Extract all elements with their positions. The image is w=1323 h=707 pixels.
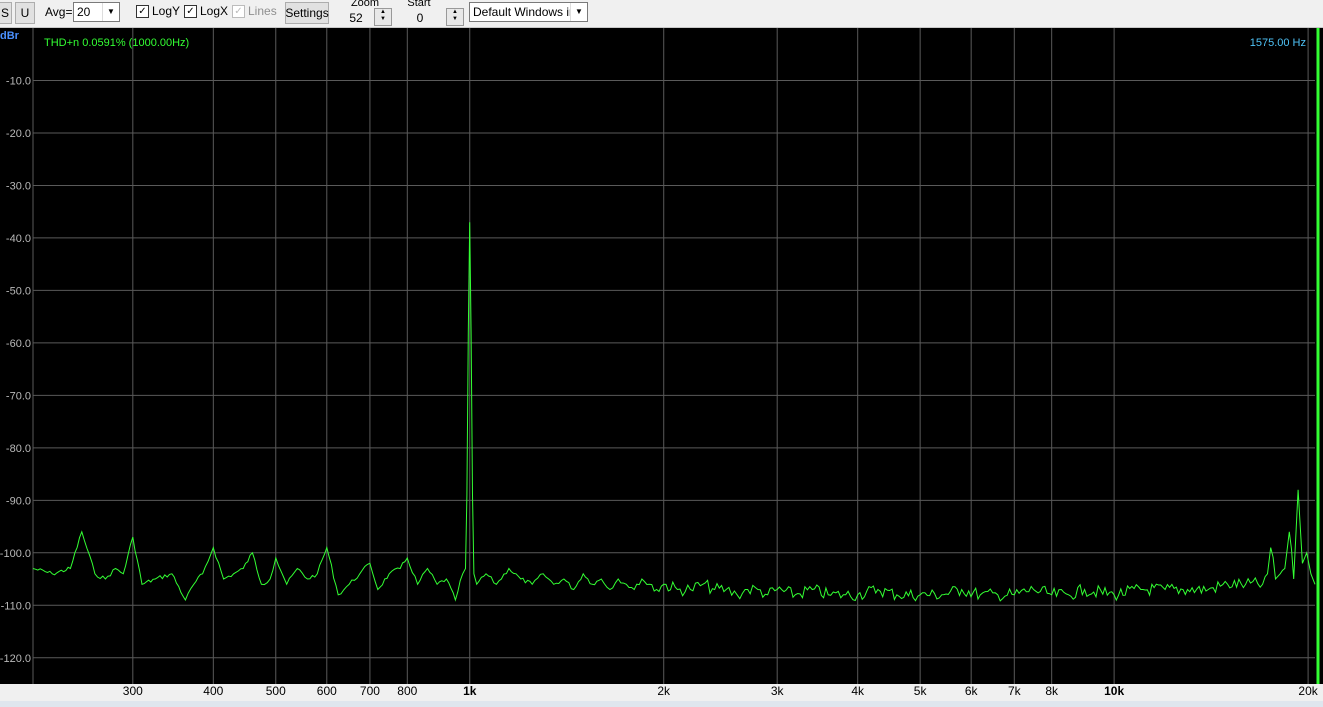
y-tick-label: -100.0 (0, 548, 31, 560)
lines-label: Lines (248, 4, 277, 18)
x-tick-label: 800 (397, 684, 417, 698)
lines-checkbox[interactable]: ✓ Lines (232, 4, 277, 18)
x-tick-label: 8k (1045, 684, 1059, 698)
y-tick-label: -110.0 (1, 600, 31, 612)
avg-value: 20 (77, 5, 91, 19)
y-tick-label: -10.0 (6, 75, 31, 87)
spectrum-plot: -10.0 -20.0 -30.0 -40.0 -50.0 -60.0 -70.0 -80.0… (0, 28, 1323, 698)
chevron-down-icon: ▼ (102, 3, 119, 21)
corner-unit-label: dBr (0, 30, 20, 42)
start-label: Start (407, 0, 431, 9)
y-tick-label: -90.0 (6, 495, 31, 507)
y-tick-label: -20.0 (6, 128, 31, 140)
checkmark-icon: ✓ (232, 4, 245, 18)
y-tick-label: -50.0 (6, 285, 31, 297)
x-tick-label: 3k (771, 684, 785, 698)
zoom-spinner[interactable]: Zoom 52 ▲ ▼ (338, 0, 392, 26)
x-tick-label: 400 (203, 684, 223, 698)
thd-readout: THD+n 0.0591% (1000.00Hz) (44, 37, 189, 49)
checkmark-icon: ✓ (184, 4, 197, 18)
input-device-value: Default Windows inp (473, 5, 583, 19)
y-tick-label: -30.0 (6, 180, 31, 192)
x-tick-label: 20k (1298, 684, 1318, 698)
toolbar: S U Avg= 20 ▼ ✓ LogY ✓ LogX ✓ Lines Sett… (0, 0, 1323, 28)
s-button[interactable]: S (0, 2, 12, 24)
avg-label: Avg= (45, 5, 73, 19)
x-tick-label: 1k (463, 684, 477, 698)
logy-label: LogY (152, 4, 181, 18)
logx-label: LogX (200, 4, 229, 18)
x-tick-label: 7k (1008, 684, 1022, 698)
x-tick-label: 600 (317, 684, 337, 698)
y-tick-label: -40.0 (6, 233, 31, 245)
checkmark-icon: ✓ (136, 4, 149, 18)
x-tick-label: 700 (360, 684, 380, 698)
x-axis-ticks: 300 400 500 600 700 800 1k 2k 3k 4k 5k 6k 7k 8k 10k 20k (123, 684, 1319, 698)
chevron-down-icon: ▼ (570, 3, 587, 21)
start-spinner[interactable]: Start 0 ▲ ▼ (400, 0, 464, 26)
x-tick-label: 300 (123, 684, 143, 698)
x-tick-label: 10k (1104, 684, 1124, 698)
x-tick-label: 2k (657, 684, 671, 698)
avg-select[interactable]: 20 ▼ (73, 2, 120, 22)
input-device-select[interactable]: Default Windows inp ▼ (469, 2, 588, 22)
logy-checkbox[interactable]: ✓ LogY (136, 4, 180, 18)
x-tick-label: 5k (914, 684, 928, 698)
settings-button[interactable]: Settings (285, 2, 329, 24)
x-tick-label: 500 (266, 684, 286, 698)
spin-arrows-icon[interactable]: ▲ ▼ (374, 8, 392, 26)
y-tick-label: -70.0 (6, 390, 31, 402)
y-tick-label: -60.0 (6, 338, 31, 350)
logx-checkbox[interactable]: ✓ LogX (184, 4, 228, 18)
cursor-frequency-readout: 1575.00 Hz (1250, 37, 1306, 49)
x-tick-label: 6k (965, 684, 979, 698)
x-tick-label: 4k (851, 684, 865, 698)
taskbar (0, 701, 1323, 707)
spin-arrows-icon[interactable]: ▲ ▼ (446, 8, 464, 26)
u-button[interactable]: U (15, 2, 35, 24)
y-tick-label: -80.0 (6, 443, 31, 455)
start-value: 0 (416, 11, 424, 25)
y-tick-label: -120.0 (0, 653, 31, 665)
zoom-value: 52 (349, 11, 363, 25)
